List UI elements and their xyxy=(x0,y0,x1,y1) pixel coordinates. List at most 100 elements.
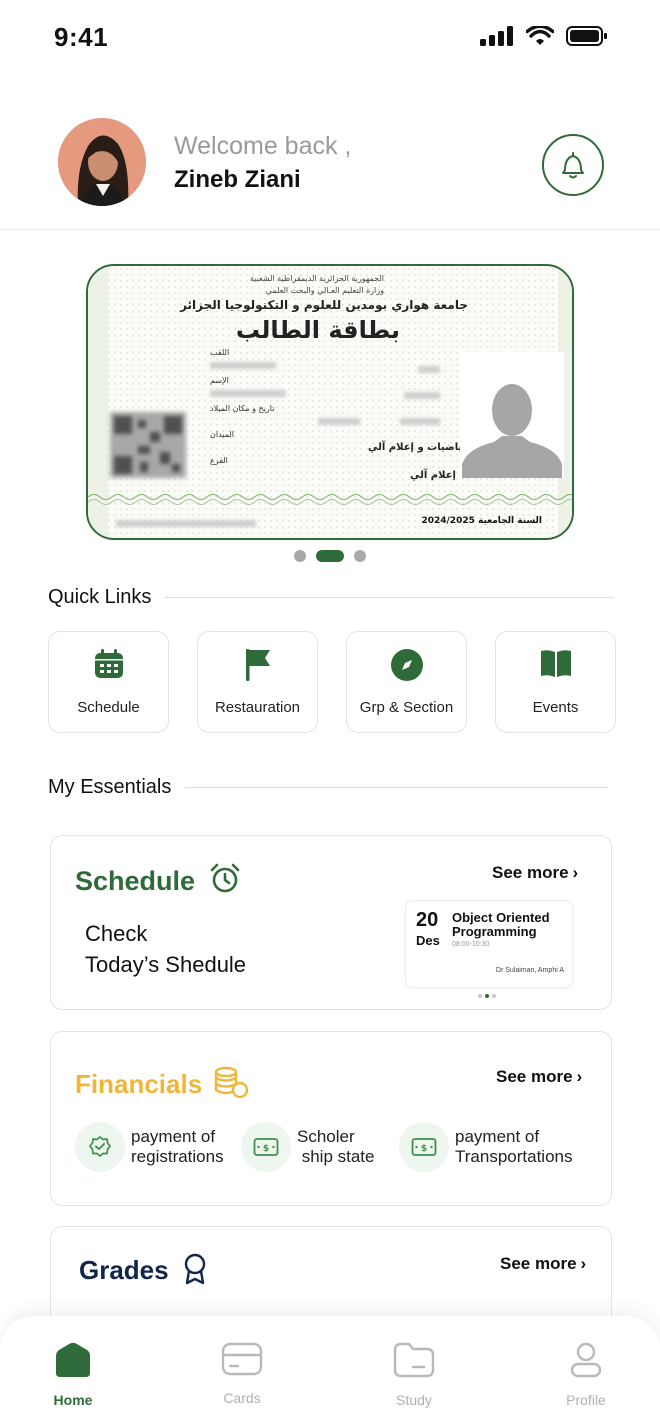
quick-links-header: Quick Links xyxy=(48,586,614,609)
bottom-navigation: Home Cards Study Profile xyxy=(0,1316,660,1426)
carousel-dot[interactable] xyxy=(354,550,366,562)
quick-link-restauration[interactable]: Restauration xyxy=(197,631,318,733)
card-field-value: رياضيات و إعلام آلي xyxy=(368,442,468,453)
quick-link-schedule[interactable]: Schedule xyxy=(48,631,169,733)
card-branch-value: إعلام آلي xyxy=(410,470,456,481)
status-icons xyxy=(480,26,608,46)
financial-item-icon-bg: $ xyxy=(241,1122,291,1172)
quick-link-label: Events xyxy=(532,699,579,716)
card-label-surname: اللقب xyxy=(210,348,230,357)
nav-cards[interactable]: Cards xyxy=(197,1342,287,1406)
event-location: Dr Sulaiman, Amphi A xyxy=(495,967,564,974)
blurred-value xyxy=(116,520,256,527)
quick-links: Schedule Restauration Grp & Section Even… xyxy=(48,631,616,733)
financial-item-label-line: payment of xyxy=(455,1127,540,1146)
nav-label: Home xyxy=(53,1392,93,1408)
status-time: 9:41 xyxy=(54,22,109,52)
badge-check-icon xyxy=(89,1136,111,1157)
blurred-value xyxy=(210,390,286,397)
see-more-label: See more xyxy=(492,863,569,882)
divider xyxy=(185,787,608,788)
event-time: 08:00-10:30 xyxy=(452,941,490,948)
quick-link-label: Grp & Section xyxy=(359,699,454,716)
nav-home[interactable]: Home xyxy=(28,1342,118,1408)
card-icon xyxy=(221,1342,263,1376)
event-day: 20 xyxy=(416,909,439,931)
status-bar: 9:41 xyxy=(0,0,660,80)
financial-item-scholarship[interactable]: $ Scholer ship state xyxy=(241,1122,375,1172)
card-label-birth: تاريخ و مكان الميلاد xyxy=(210,404,275,413)
welcome-text: Welcome back , xyxy=(174,132,352,160)
carousel-dot-active[interactable] xyxy=(316,550,344,562)
user-icon xyxy=(570,1342,602,1378)
see-more-label: See more xyxy=(496,1067,573,1086)
essentials-title: My Essentials xyxy=(48,776,172,798)
card-republic-text: الجمهورية الجزائرية الديمقراطية الشعبية xyxy=(249,274,384,283)
chevron-right-icon: › xyxy=(572,863,579,882)
notifications-button[interactable] xyxy=(542,134,604,196)
financial-item-label: payment of registrations xyxy=(131,1127,224,1167)
flag-icon xyxy=(245,649,270,681)
schedule-card[interactable]: Schedule See more › Check Today’s Shedule… xyxy=(50,835,612,1010)
financial-item-label-line: Scholer xyxy=(297,1127,355,1146)
quick-links-title: Quick Links xyxy=(48,586,152,608)
compass-icon xyxy=(390,649,423,681)
coins-icon xyxy=(215,1066,249,1099)
schedule-subtitle-line: Check xyxy=(85,921,148,946)
user-silhouette-icon xyxy=(462,384,562,478)
grades-card-title: Grades xyxy=(79,1253,208,1286)
carousel-dot xyxy=(478,994,482,998)
quick-link-label: Schedule xyxy=(77,699,140,716)
financial-item-transportations[interactable]: $ payment of Transportations xyxy=(399,1122,572,1172)
financial-item-registrations[interactable]: payment of registrations xyxy=(75,1122,224,1172)
schedule-event-card[interactable]: 20 Des Object Oriented Programming 08:00… xyxy=(405,900,573,988)
quick-link-events[interactable]: Events xyxy=(495,631,616,733)
user-name: Zineb Ziani xyxy=(174,166,301,193)
grades-see-more[interactable]: See more › xyxy=(500,1254,586,1274)
signal-icon xyxy=(480,26,513,46)
quick-link-label: Restauration xyxy=(214,699,301,716)
schedule-see-more[interactable]: See more › xyxy=(492,863,578,883)
card-label-name: الإسم xyxy=(210,376,229,385)
card-title: بطاقة الطالب xyxy=(235,316,400,344)
card-ministry-text: وزارة التعليم العـالي والبحث العلمي xyxy=(265,286,384,295)
event-month: Des xyxy=(416,933,440,948)
award-icon xyxy=(184,1253,206,1285)
chevron-right-icon: › xyxy=(576,1067,583,1086)
money-icon: $ xyxy=(253,1138,279,1156)
calendar-icon xyxy=(94,649,123,678)
schedule-subtitle-line: Today’s Shedule xyxy=(85,952,247,977)
financial-item-icon-bg xyxy=(75,1122,125,1172)
avatar[interactable] xyxy=(58,118,146,206)
financials-card-title: Financials xyxy=(75,1066,249,1100)
card-academic-year: السنة الجامعية 2024/2025 xyxy=(421,516,542,526)
nav-label: Study xyxy=(396,1392,432,1408)
nav-label: Profile xyxy=(566,1392,606,1408)
nav-study[interactable]: Study xyxy=(369,1342,459,1408)
svg-text:$: $ xyxy=(421,1144,427,1154)
event-title: Object Oriented Programming xyxy=(452,910,550,939)
folder-icon xyxy=(393,1342,435,1378)
nav-profile[interactable]: Profile xyxy=(541,1342,631,1408)
card-label-branch: الفرع xyxy=(210,456,228,465)
carousel-indicator xyxy=(294,550,366,562)
carousel-dot-active xyxy=(485,994,489,998)
blurred-value xyxy=(400,418,440,425)
header: Welcome back , Zineb Ziani xyxy=(0,100,660,230)
quick-link-grp-section[interactable]: Grp & Section xyxy=(346,631,467,733)
home-icon xyxy=(56,1342,90,1377)
avatar-portrait xyxy=(58,118,146,206)
financial-item-label-line: ship state xyxy=(297,1147,375,1166)
financials-see-more[interactable]: See more › xyxy=(496,1067,582,1087)
financials-card[interactable]: Financials See more › payment of registra… xyxy=(50,1031,612,1206)
blurred-value xyxy=(210,362,276,369)
divider xyxy=(165,597,614,598)
schedule-title-text: Schedule xyxy=(75,866,196,896)
student-id-card[interactable]: الجمهورية الجزائرية الديمقراطية الشعبية … xyxy=(86,264,574,540)
essentials-header: My Essentials xyxy=(48,776,608,799)
carousel-dot[interactable] xyxy=(294,550,306,562)
card-label-field: الميدان xyxy=(210,430,234,439)
financials-title-text: Financials xyxy=(75,1069,203,1099)
financial-item-label-line: Transportations xyxy=(455,1147,573,1166)
blurred-value xyxy=(318,418,360,425)
